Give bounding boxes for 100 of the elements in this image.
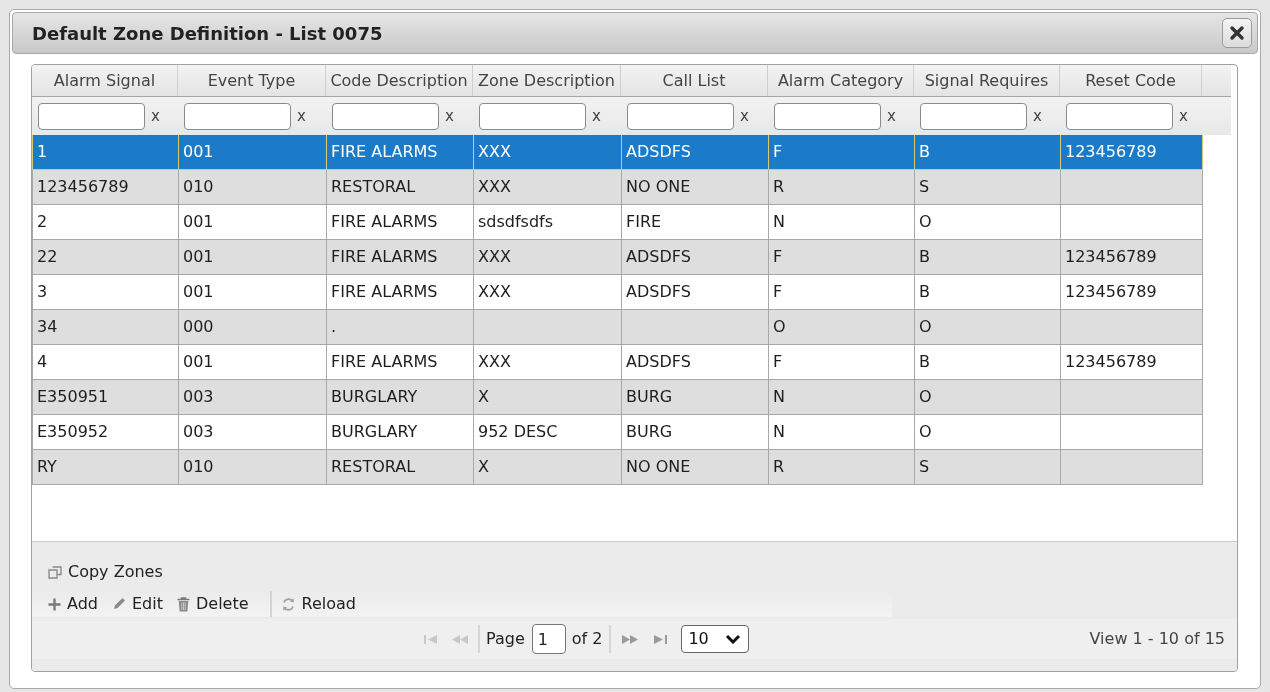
table-cell: 22 [33, 240, 179, 274]
table-cell: XXX [474, 170, 622, 204]
toolbar-button[interactable]: Edit [111, 591, 164, 617]
table-cell: 3 [33, 275, 179, 309]
table-cell: 010 [179, 450, 327, 484]
table-cell: X [474, 450, 622, 484]
table-row[interactable]: E350951 003 BURGLARY X BURG N O [32, 380, 1203, 415]
first-page-icon [423, 634, 437, 644]
page-input[interactable]: 1 [531, 624, 566, 654]
table-cell: F [769, 275, 915, 309]
filter-input[interactable] [479, 102, 586, 130]
table-cell: 000 [179, 310, 327, 344]
table-cell: E350951 [33, 380, 179, 414]
table-cell: 003 [179, 415, 327, 449]
table-cell: F [769, 135, 915, 169]
last-page-icon [653, 634, 667, 644]
clear-filter-link[interactable]: x [1033, 104, 1042, 128]
table-row[interactable]: 2 001 FIRE ALARMS sdsdfsdfs FIRE N O [32, 205, 1203, 240]
clear-filter-link[interactable]: x [445, 104, 454, 128]
table-cell: 2 [33, 205, 179, 239]
table-cell: 123456789 [1061, 240, 1203, 274]
table-cell: NO ONE [622, 170, 769, 204]
table-cell: 010 [179, 170, 327, 204]
table-cell: 4 [33, 345, 179, 379]
table-cell: O [915, 380, 1061, 414]
table-cell: O [915, 205, 1061, 239]
table-row[interactable]: E350952 003 BURGLARY 952 DESC BURG N O [32, 415, 1203, 450]
reload-icon [280, 596, 296, 612]
page-total: of 2 [571, 628, 603, 650]
toolbar-button[interactable]: Add [47, 591, 99, 617]
table-cell: . [327, 310, 474, 344]
close-icon [1229, 25, 1245, 41]
page-size-select[interactable]: 10 [681, 625, 750, 653]
table-row[interactable]: 1 001 FIRE ALARMS XXX ADSDFS F B 123456789 [32, 135, 1203, 170]
clear-filter-link[interactable]: x [592, 104, 601, 128]
table-cell: XXX [474, 275, 622, 309]
close-button[interactable] [1222, 18, 1252, 48]
filter-input[interactable] [627, 102, 734, 130]
table-cell: FIRE ALARMS [327, 275, 474, 309]
table-cell: N [769, 415, 915, 449]
table-cell: XXX [474, 135, 622, 169]
clear-filter-link[interactable]: x [1179, 104, 1188, 128]
table-cell: F [769, 240, 915, 274]
table-cell: ADSDFS [622, 135, 769, 169]
toolbar-button[interactable]: Copy Zones [47, 559, 164, 585]
filter-input[interactable] [1066, 102, 1173, 130]
table-row[interactable]: 22 001 FIRE ALARMS XXX ADSDFS F B 123456789 [32, 240, 1203, 275]
toolbar-button[interactable]: Delete [175, 591, 250, 617]
table-cell: 1 [33, 135, 179, 169]
trash-icon [176, 596, 190, 612]
table-cell: 003 [179, 380, 327, 414]
toolbar-button[interactable]: Reload [279, 591, 357, 617]
clear-filter-link[interactable]: x [887, 104, 896, 128]
table-cell: BURG [622, 415, 769, 449]
table-cell: ADSDFS [622, 275, 769, 309]
table-cell: 123456789 [33, 170, 179, 204]
table-cell: sdsdfsdfs [474, 205, 622, 239]
table-cell: S [915, 450, 1061, 484]
filter-input[interactable] [184, 102, 291, 130]
clear-filter-link[interactable]: x [151, 104, 160, 128]
table-cell: FIRE ALARMS [327, 135, 474, 169]
table-cell: FIRE [622, 205, 769, 239]
table-row[interactable]: 3 001 FIRE ALARMS XXX ADSDFS F B 123456789 [32, 275, 1203, 310]
filter-input[interactable] [38, 102, 145, 130]
table-cell: XXX [474, 240, 622, 274]
table-cell: B [915, 135, 1061, 169]
table-cell: FIRE ALARMS [327, 345, 474, 379]
table-cell: 34 [33, 310, 179, 344]
table-cell: BURG [622, 380, 769, 414]
table-cell: 952 DESC [474, 415, 622, 449]
chevron-icon [725, 634, 742, 644]
clear-filter-link[interactable]: x [740, 104, 749, 128]
copy-icon [48, 565, 62, 579]
table-cell: X [474, 380, 622, 414]
view-range-text: View 1 - 10 of 15 [1089, 628, 1225, 650]
table-row[interactable]: RY 010 RESTORAL X NO ONE R S [32, 450, 1203, 485]
filter-input[interactable] [774, 102, 881, 130]
table-cell: N [769, 380, 915, 414]
dialog-title: Default Zone Definition - List 0075 [32, 21, 383, 46]
table-cell: 001 [179, 345, 327, 379]
table-cell: BURGLARY [327, 415, 474, 449]
table-cell: RESTORAL [327, 170, 474, 204]
table-cell: ADSDFS [622, 345, 769, 379]
clear-filter-link[interactable]: x [297, 104, 306, 128]
filter-input[interactable] [332, 102, 439, 130]
table-cell: R [769, 450, 915, 484]
plus-icon [48, 597, 61, 611]
table-cell: E350952 [33, 415, 179, 449]
table-row[interactable]: 4 001 FIRE ALARMS XXX ADSDFS F B 123456789 [32, 345, 1203, 380]
table-cell: 001 [179, 205, 327, 239]
table-cell: NO ONE [622, 450, 769, 484]
table-row[interactable]: 34 000 . O O [32, 310, 1203, 345]
table-cell: 001 [179, 275, 327, 309]
table-cell: ADSDFS [622, 240, 769, 274]
table-row[interactable]: 123456789 010 RESTORAL XXX NO ONE R S [32, 170, 1203, 205]
pencil-icon [112, 597, 126, 611]
table-cell: 123456789 [1061, 275, 1203, 309]
table-cell: B [915, 275, 1061, 309]
filter-input[interactable] [920, 102, 1027, 130]
previous-page-icon [452, 634, 468, 644]
